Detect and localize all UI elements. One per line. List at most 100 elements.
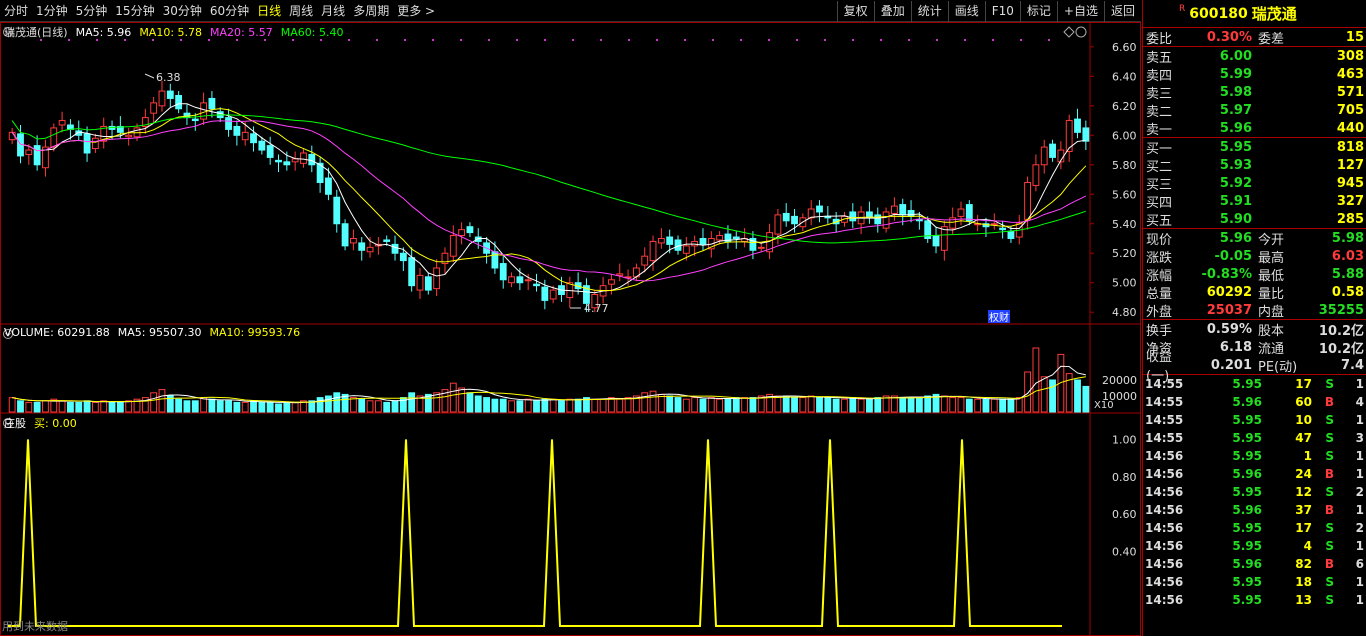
tool-button-0[interactable]: 复权 bbox=[836, 1, 874, 22]
stock-code[interactable]: 600180 bbox=[1189, 6, 1247, 22]
volume-bar bbox=[67, 401, 74, 413]
period-tab-2[interactable]: 5分钟 bbox=[72, 0, 112, 22]
volume-bar bbox=[982, 398, 990, 413]
order-row: 卖二 5.97 705 bbox=[1143, 101, 1366, 120]
order-level-label: 买三 bbox=[1146, 177, 1173, 193]
tool-button-4[interactable]: F10 bbox=[984, 1, 1020, 22]
volume-bar bbox=[691, 397, 699, 413]
volume-bar bbox=[649, 390, 657, 413]
candle bbox=[666, 236, 674, 245]
candle bbox=[882, 211, 890, 229]
order-row: 买三 5.92 945 bbox=[1143, 174, 1366, 193]
volume-bar bbox=[175, 398, 183, 413]
candle bbox=[533, 283, 540, 287]
volume-bar bbox=[816, 397, 823, 413]
volume-bar bbox=[866, 398, 873, 413]
volume-bar bbox=[707, 397, 715, 413]
tool-button-5[interactable]: 标记 bbox=[1019, 1, 1057, 22]
volume-bar bbox=[1049, 379, 1056, 413]
volume-bar bbox=[250, 400, 257, 413]
signal-dot bbox=[600, 39, 602, 41]
volume-bar bbox=[824, 397, 832, 413]
tool-button-7[interactable]: 返回 bbox=[1103, 1, 1141, 22]
quote-panel: R 600180 瑞茂通 委比 0.30% 委差 15 卖五 6.00 308 卖四 5… bbox=[1142, 0, 1366, 636]
period-tab-8[interactable]: 月线 bbox=[317, 0, 349, 22]
candle bbox=[358, 242, 366, 251]
candle bbox=[83, 133, 91, 154]
stat-label: 流通 bbox=[1258, 341, 1285, 357]
candle bbox=[508, 276, 515, 284]
signal-dot bbox=[712, 39, 714, 41]
tick-time: 14:56 bbox=[1145, 593, 1184, 607]
candle bbox=[233, 125, 241, 136]
tick-direction: S bbox=[1325, 575, 1334, 589]
order-volume: 127 bbox=[1336, 157, 1364, 173]
tool-button-3[interactable]: 画线 bbox=[947, 1, 985, 22]
candle bbox=[516, 276, 524, 284]
period-tab-3[interactable]: 15分钟 bbox=[111, 0, 158, 22]
stat-value: 0.59% bbox=[1206, 321, 1252, 337]
volume-unit-label: X10 bbox=[1094, 400, 1114, 411]
signal-dot bbox=[488, 39, 490, 41]
tool-button-6[interactable]: +自选 bbox=[1056, 1, 1104, 22]
tick-count: 2 bbox=[1355, 521, 1364, 535]
signal-dot bbox=[404, 39, 406, 41]
period-tab-9[interactable]: 多周期 bbox=[349, 0, 393, 22]
tick-volume: 17 bbox=[1295, 377, 1312, 391]
tick-price: 5.95 bbox=[1232, 377, 1262, 391]
stat-value: 10.2亿 bbox=[1318, 341, 1364, 357]
period-tab-5[interactable]: 60分钟 bbox=[206, 0, 253, 22]
period-tab-0[interactable]: 分时 bbox=[0, 0, 32, 22]
candle bbox=[466, 226, 474, 234]
period-tab-6[interactable]: 日线 bbox=[253, 0, 285, 22]
y-axis-label: 5.40 bbox=[1112, 218, 1137, 231]
volume-bar bbox=[283, 401, 291, 413]
candle bbox=[191, 118, 199, 122]
candle bbox=[283, 161, 291, 166]
period-tab-10[interactable]: 更多 > bbox=[393, 0, 439, 22]
volume-bar bbox=[316, 397, 324, 413]
tick-list[interactable]: 14:55 5.95 17 S 1 14:55 5.96 60 B 4 14:55 5.95 10 S 1 1… bbox=[1143, 375, 1366, 609]
volume-bar bbox=[741, 397, 749, 413]
tick-price: 5.95 bbox=[1232, 413, 1262, 427]
volume-bar bbox=[566, 398, 574, 413]
volume-bar bbox=[1015, 397, 1023, 413]
volume-bar bbox=[366, 400, 374, 413]
period-tab-7[interactable]: 周线 bbox=[285, 0, 317, 22]
candle bbox=[907, 209, 915, 217]
volume-bar bbox=[791, 397, 798, 413]
volume-bar bbox=[1032, 347, 1040, 413]
volume-bar bbox=[574, 398, 582, 413]
tick-price: 5.96 bbox=[1232, 503, 1262, 517]
period-toolbar: 分时 1分钟 5分钟 15分钟 30分钟 60分钟 日线 周线 月线 多周期 更多 > 复权 叠加 统计画… bbox=[0, 0, 1141, 22]
candle bbox=[932, 235, 940, 247]
quote-value: 35255 bbox=[1318, 302, 1364, 318]
tick-direction: S bbox=[1325, 521, 1334, 535]
volume-bar bbox=[666, 395, 674, 413]
quote-value: -0.83% bbox=[1201, 266, 1253, 282]
legend-item: MA10: 5.78 bbox=[139, 26, 203, 39]
volume-bar bbox=[241, 401, 249, 413]
tick-price: 5.96 bbox=[1232, 557, 1262, 571]
period-tab-4[interactable]: 30分钟 bbox=[159, 0, 206, 22]
weicha-label: 委差 bbox=[1258, 31, 1285, 47]
volume-bar bbox=[158, 389, 166, 413]
volume-bar bbox=[799, 397, 807, 413]
rights-mark: R bbox=[1179, 3, 1186, 14]
period-tab-1[interactable]: 1分钟 bbox=[32, 0, 72, 22]
volume-bar bbox=[599, 398, 607, 413]
tool-button-2[interactable]: 统计 bbox=[910, 1, 948, 22]
volume-bar bbox=[608, 397, 615, 413]
volume-bar bbox=[541, 398, 549, 413]
tick-count: 1 bbox=[1355, 539, 1364, 553]
volume-bar bbox=[266, 401, 274, 413]
volume-bar bbox=[949, 397, 957, 413]
volume-bar bbox=[915, 397, 923, 413]
volume-bar bbox=[200, 397, 208, 413]
order-book: 卖五 6.00 308 卖四 5.99 463 卖三 5.98 571 卖二 5.97 705 卖一 5.… bbox=[1143, 47, 1366, 229]
stock-name[interactable]: 瑞茂通 bbox=[1252, 3, 1297, 24]
candle bbox=[366, 246, 374, 253]
chart-area[interactable]: 6.60 6.40 6.20 6.00 5.80 5.60 5.40 5.20 5.00 4.80… bbox=[0, 22, 1141, 636]
tool-button-1[interactable]: 叠加 bbox=[873, 1, 911, 22]
candle bbox=[241, 131, 249, 141]
